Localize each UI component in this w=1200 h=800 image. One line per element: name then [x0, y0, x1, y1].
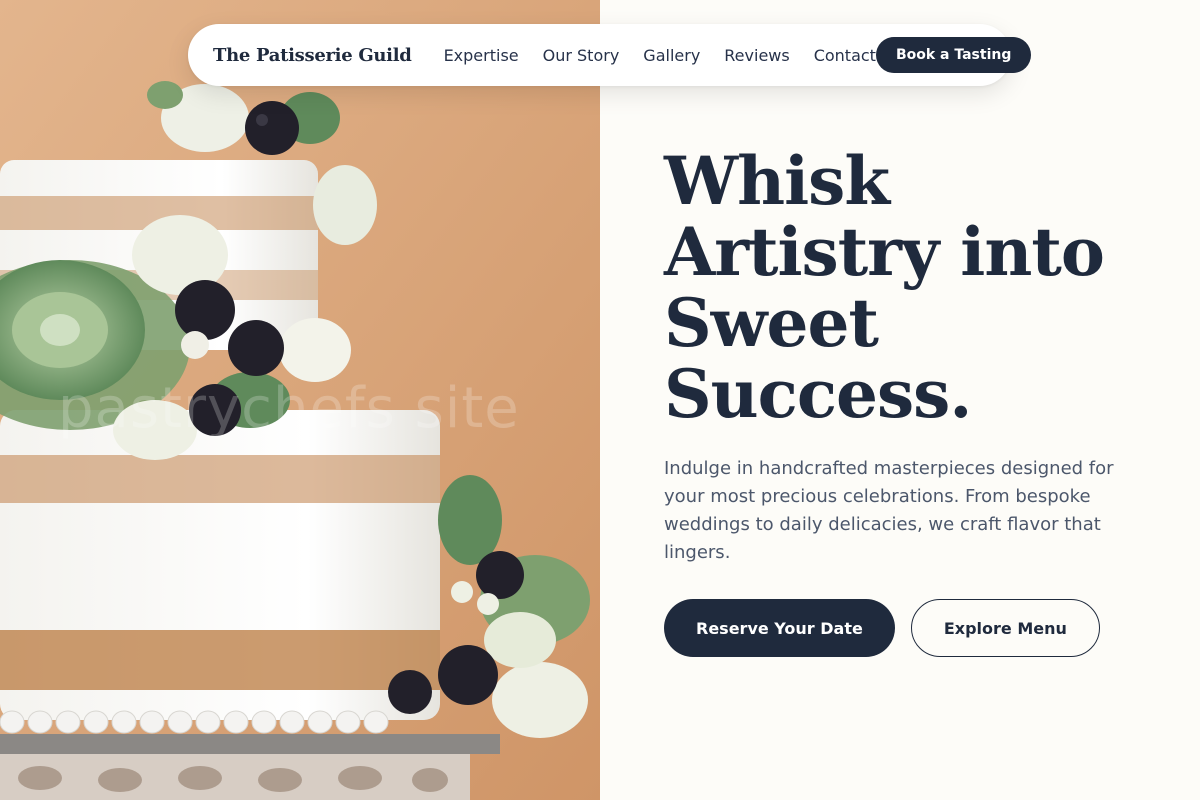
headline-line: Success. — [664, 355, 972, 433]
explore-menu-button[interactable]: Explore Menu — [910, 599, 1100, 657]
nav-link-our-story[interactable]: Our Story — [543, 46, 620, 65]
hero-photo: pastrychefs site — [0, 0, 600, 800]
hero-content: Whisk Artistry into Sweet Success. Indul… — [600, 0, 1200, 800]
nav-link-expertise[interactable]: Expertise — [444, 46, 519, 65]
hero-actions: Reserve Your Date Explore Menu — [664, 599, 1100, 657]
nav-links: Expertise Our Story Gallery Reviews Cont… — [444, 46, 876, 65]
book-tasting-button[interactable]: Book a Tasting — [875, 37, 1032, 73]
hero-description: Indulge in handcrafted masterpieces desi… — [664, 458, 1114, 563]
nav-link-reviews[interactable]: Reviews — [724, 46, 789, 65]
brand-logo[interactable]: The Patisserie Guild — [213, 45, 412, 66]
headline-line: Whisk — [664, 142, 890, 220]
top-navigation: The Patisserie Guild Expertise Our Story… — [188, 24, 1032, 86]
watermark: pastrychefs site — [58, 376, 520, 441]
reserve-date-button[interactable]: Reserve Your Date — [664, 599, 895, 657]
nav-link-contact[interactable]: Contact — [814, 46, 876, 65]
headline-line: Sweet — [664, 284, 879, 362]
headline-line: Artistry into — [664, 213, 1105, 291]
nav-link-gallery[interactable]: Gallery — [643, 46, 700, 65]
hero-headline: Whisk Artistry into Sweet Success. — [664, 146, 1184, 430]
